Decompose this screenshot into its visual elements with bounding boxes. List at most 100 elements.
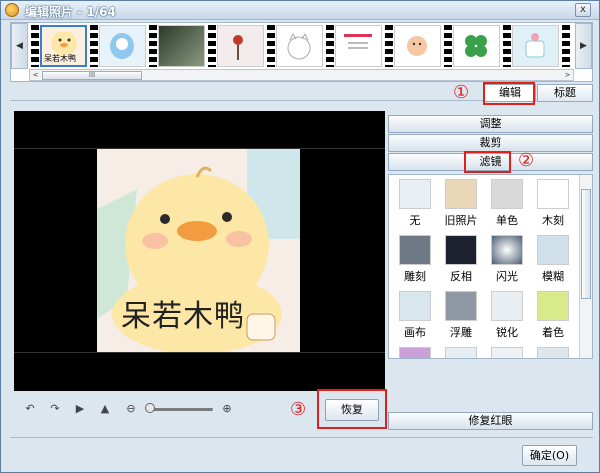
edit-photo-window: 编辑照片 - 1/64 x ◀ 呆若木鸭 ▶ < III > 编辑 标题 呆若木… xyxy=(0,0,600,473)
thumbnail-item[interactable] xyxy=(394,25,441,67)
filter-preview-icon xyxy=(399,179,431,209)
filter-label: 单色 xyxy=(496,214,518,227)
filter-preview-icon xyxy=(491,347,523,358)
film-edge xyxy=(562,25,570,67)
filter-preview-icon xyxy=(399,347,431,358)
film-edge xyxy=(90,25,98,67)
filter-label: 画布 xyxy=(404,326,426,339)
filter-preview-icon xyxy=(491,179,523,209)
filter-label: 着色 xyxy=(542,326,564,339)
thumbnail-item[interactable]: 呆若木鸭 xyxy=(40,25,87,67)
tab-title[interactable]: 标题 xyxy=(537,84,593,102)
film-edge xyxy=(444,25,452,67)
filter-flash[interactable]: 闪光 xyxy=(487,233,527,285)
filmstrip-next-button[interactable]: ▶ xyxy=(575,23,592,69)
highlight-box xyxy=(317,389,387,429)
filter-none[interactable]: 无 xyxy=(395,177,435,229)
cartoon-thumb-icon xyxy=(407,36,427,56)
filter-label: 闪光 xyxy=(496,270,518,283)
annotation-marker: ① xyxy=(453,82,470,103)
thumbnail-item[interactable] xyxy=(99,25,146,67)
flower-thumb-icon xyxy=(233,35,243,60)
filter-label: 雕刻 xyxy=(404,270,426,283)
filter-old-photo[interactable]: 旧照片 xyxy=(441,177,481,229)
film-edge xyxy=(31,25,39,67)
thumb-caption: 呆若木鸭 xyxy=(44,54,76,63)
filter-preview-icon xyxy=(491,291,523,321)
highlight-box xyxy=(483,82,535,105)
filter-label: 无 xyxy=(409,214,421,227)
filter-mono[interactable]: 单色 xyxy=(487,177,527,229)
filter-item[interactable] xyxy=(533,345,573,358)
thumbnail-list: 呆若木鸭 xyxy=(31,25,574,67)
film-edge xyxy=(385,25,393,67)
scroll-right-button[interactable]: > xyxy=(562,70,573,80)
filmstrip-scrollbar[interactable]: < III > xyxy=(29,69,574,81)
filter-label: 浮雕 xyxy=(450,326,472,339)
thumbnail-item[interactable] xyxy=(158,25,205,67)
window-title: 编辑照片 - 1/64 xyxy=(25,5,116,19)
cat-thumb-icon xyxy=(287,32,311,60)
filter-preview-icon xyxy=(537,179,569,209)
filter-preview-icon xyxy=(537,235,569,265)
filter-sharpen[interactable]: 锐化 xyxy=(487,289,527,341)
filter-label: 反相 xyxy=(450,270,472,283)
filter-label: 锐化 xyxy=(496,326,518,339)
zoom-in-icon[interactable]: ⊕ xyxy=(219,402,235,416)
rotate-left-icon[interactable]: ↶ xyxy=(22,402,38,416)
app-icon xyxy=(5,3,19,17)
divider xyxy=(10,437,593,438)
zoom-out-icon[interactable]: ⊖ xyxy=(123,402,139,416)
thumbnail-item[interactable] xyxy=(453,25,500,67)
filter-woodcut[interactable]: 木刻 xyxy=(533,177,573,229)
filter-canvas[interactable]: 画布 xyxy=(395,289,435,341)
clover-thumb-icon xyxy=(465,35,487,57)
thumbnail-item[interactable] xyxy=(276,25,323,67)
filter-preview-icon xyxy=(445,235,477,265)
adjust-section-button[interactable]: 调整 xyxy=(388,115,593,133)
rotate-right-icon[interactable]: ↷ xyxy=(47,402,63,416)
filter-item[interactable] xyxy=(441,345,481,358)
text-thumb-icon xyxy=(344,34,372,49)
film-edge xyxy=(267,25,275,67)
photo-filmstrip: ◀ 呆若木鸭 ▶ < III > xyxy=(10,22,593,82)
close-button[interactable]: x xyxy=(575,3,591,17)
flip-vertical-icon[interactable]: ▲ xyxy=(97,402,113,416)
filter-scrollbar[interactable] xyxy=(579,175,592,358)
bird-thumb-icon xyxy=(110,33,134,59)
filter-preview-icon xyxy=(537,347,569,358)
zoom-slider[interactable] xyxy=(149,408,213,411)
flip-horizontal-icon[interactable]: ▶ xyxy=(72,402,88,416)
filter-colorize[interactable]: 着色 xyxy=(533,289,573,341)
filter-gallery: 无 旧照片 单色 木刻 雕刻 反相 闪光 模糊 画布 浮雕 锐化 着色 xyxy=(388,174,593,359)
highlight-box xyxy=(464,151,511,173)
cup-thumb-icon xyxy=(525,33,545,58)
filter-blur[interactable]: 模糊 xyxy=(533,233,573,285)
filter-label: 木刻 xyxy=(542,214,564,227)
film-edge xyxy=(208,25,216,67)
preview-caption: 呆若木鸭 xyxy=(121,299,245,334)
filter-engrave[interactable]: 雕刻 xyxy=(395,233,435,285)
zoom-slider-handle[interactable] xyxy=(145,403,155,413)
red-eye-repair-button[interactable]: 修复红眼 xyxy=(388,412,593,430)
filter-emboss[interactable]: 浮雕 xyxy=(441,289,481,341)
scrollbar-thumb[interactable] xyxy=(581,189,591,299)
scroll-left-button[interactable]: < xyxy=(30,70,41,80)
scrollbar-thumb[interactable]: III xyxy=(42,71,142,80)
crop-section-button[interactable]: 裁剪 xyxy=(388,134,593,152)
filter-item[interactable] xyxy=(487,345,527,358)
filmstrip-prev-button[interactable]: ◀ xyxy=(11,23,28,69)
preview-guide-line xyxy=(14,352,385,353)
thumbnail-item[interactable] xyxy=(512,25,559,67)
film-edge xyxy=(149,25,157,67)
filter-preview-icon xyxy=(445,179,477,209)
photo-preview: 呆若木鸭 xyxy=(14,111,385,391)
annotation-marker: ② xyxy=(518,150,535,171)
thumbnail-item[interactable] xyxy=(335,25,382,67)
filter-item[interactable] xyxy=(395,345,435,358)
ok-button[interactable]: 确定(O) xyxy=(522,445,577,466)
preview-toolbar: ↶ ↷ ▶ ▲ ⊖ ⊕ xyxy=(14,397,314,421)
film-edge xyxy=(503,25,511,67)
thumbnail-item[interactable] xyxy=(217,25,264,67)
filter-invert[interactable]: 反相 xyxy=(441,233,481,285)
